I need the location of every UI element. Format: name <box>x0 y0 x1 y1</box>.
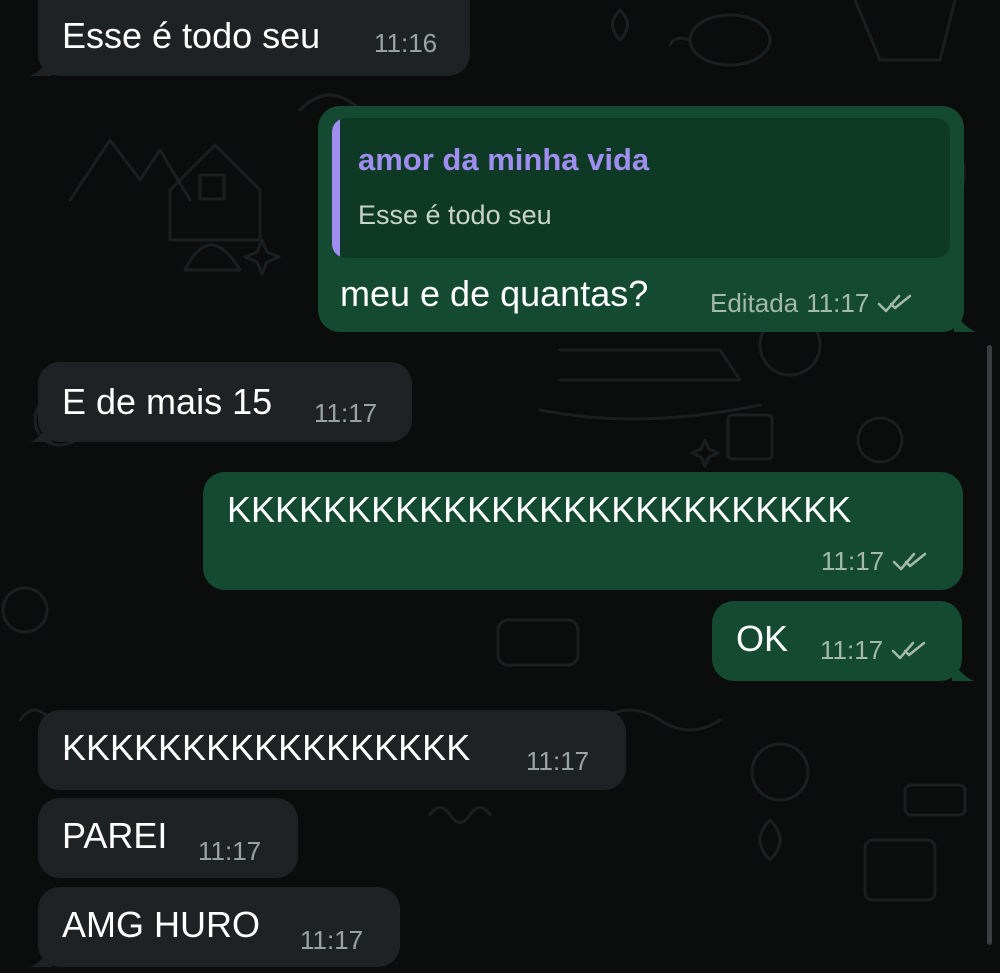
bubble-tail <box>30 420 52 442</box>
double-check-icon <box>891 641 926 660</box>
message-bubble-incoming[interactable]: Esse é todo seu 11:16 <box>30 0 470 76</box>
message-time: 11:17 <box>300 925 363 955</box>
message-time: 11:17 <box>526 746 589 776</box>
bubble-tail <box>952 659 974 681</box>
message-timestamp: 11:17 <box>821 546 885 576</box>
message-time: 11:16 <box>374 28 437 58</box>
double-check-icon <box>878 294 912 313</box>
message-timestamp: 11:17 <box>526 746 590 776</box>
bubble-tail <box>30 945 52 967</box>
message-time: 11:17 <box>314 398 377 428</box>
message-text: E de mais 15 <box>62 381 273 422</box>
message-time: 11:17 <box>198 836 261 866</box>
message-bubble-incoming[interactable]: KKKKKKKKKKKKKKKKK 11:17 <box>38 710 626 790</box>
message-timestamp: 11:17 <box>820 635 884 665</box>
bubble-tail <box>954 310 976 332</box>
message-text: AMG HURO <box>62 904 260 945</box>
message-meta: Editada 11:17 <box>710 288 913 318</box>
double-check-icon <box>892 552 927 571</box>
message-bubble-incoming[interactable]: E de mais 15 11:17 <box>30 362 412 442</box>
message-timestamp: 11:17 <box>314 398 378 428</box>
message-text: Esse é todo seu <box>62 15 321 56</box>
message-bubble-incoming[interactable]: PAREI 11:17 <box>38 798 298 878</box>
message-text: meu e de quantas? <box>340 273 649 314</box>
message-text: KKKKKKKKKKKKKKKKK <box>62 727 471 768</box>
message-meta: 11:17 <box>820 635 927 665</box>
message-bubble-outgoing[interactable]: KKKKKKKKKKKKKKKKKKKKKKKKKK 11:17 <box>203 472 963 590</box>
reply-author: amor da minha vida <box>358 142 650 177</box>
message-timestamp: 11:17 <box>198 836 262 866</box>
message-timestamp: 11:17 <box>300 925 364 955</box>
message-meta: 11:17 <box>821 546 928 576</box>
message-timestamp: 11:16 <box>374 28 438 58</box>
message-bubble-incoming[interactable]: AMG HURO 11:17 <box>30 887 400 967</box>
message-text: KKKKKKKKKKKKKKKKKKKKKKKKKK <box>227 489 852 530</box>
edited-label: Editada <box>710 288 799 318</box>
message-text: PAREI <box>62 815 168 856</box>
reply-quote[interactable]: amor da minha vida Esse é todo seu <box>332 118 950 258</box>
chat-scrollbar[interactable] <box>987 345 992 945</box>
bubble-tail <box>30 54 52 76</box>
message-text: OK <box>736 618 789 659</box>
reply-quote-bar <box>332 118 340 258</box>
reply-text: Esse é todo seu <box>358 200 552 230</box>
message-bubble-outgoing-reply[interactable]: amor da minha vida Esse é todo seu meu e… <box>318 106 976 332</box>
message-bubble-outgoing[interactable]: OK 11:17 <box>712 601 974 681</box>
message-timestamp: 11:17 <box>806 288 870 318</box>
